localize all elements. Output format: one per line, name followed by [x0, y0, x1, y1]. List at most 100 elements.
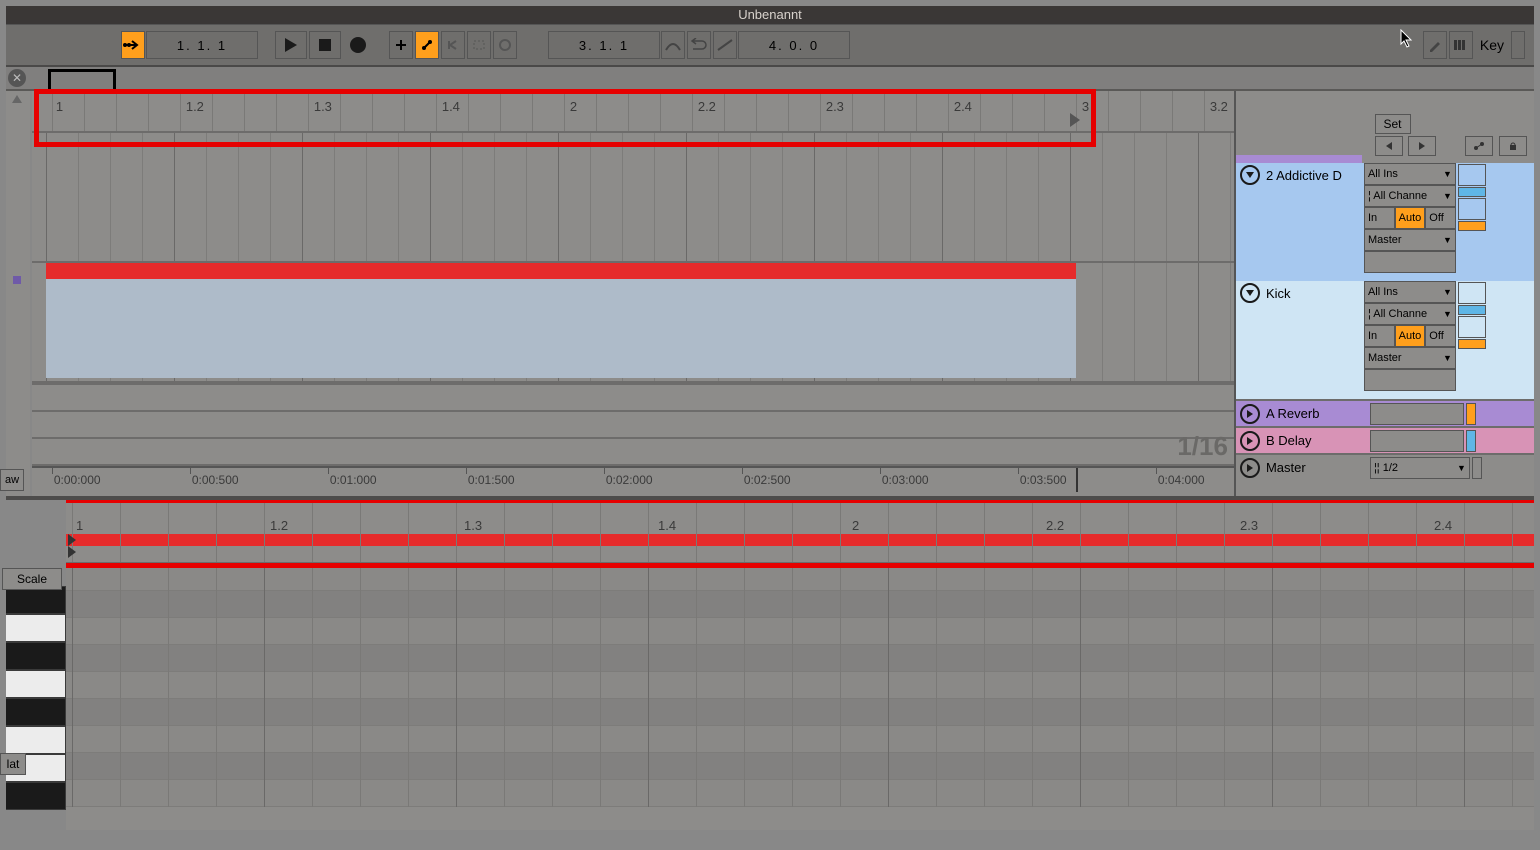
master-extra[interactable] [1472, 457, 1482, 479]
mixer-slot[interactable] [1458, 221, 1486, 231]
return-extra[interactable] [1466, 403, 1476, 425]
prev-locator-button[interactable] [1375, 136, 1403, 156]
automation-mode-button[interactable] [1465, 136, 1493, 156]
return-extra[interactable] [1466, 430, 1476, 452]
mixer-slot[interactable] [1458, 339, 1486, 349]
scale-button[interactable]: Scale [2, 568, 62, 590]
return-slot[interactable] [1370, 403, 1464, 425]
song-position-display[interactable]: 1. 1. 1 [146, 31, 258, 59]
output-channel-dropdown[interactable] [1364, 369, 1456, 391]
note-row[interactable] [66, 672, 1534, 699]
piano-roll-keys[interactable]: Scale lat [6, 500, 66, 830]
gutter-locator-icon[interactable] [13, 276, 21, 284]
play-master-icon[interactable] [1240, 458, 1260, 478]
note-row[interactable] [66, 753, 1534, 780]
monitor-in-button[interactable]: In [1364, 325, 1395, 347]
envelope-curve-b-button[interactable] [713, 31, 737, 59]
monitor-in-button[interactable]: In [1364, 207, 1395, 229]
midi-note-grid[interactable] [66, 564, 1534, 807]
lock-envelopes-button[interactable] [1499, 136, 1527, 156]
midi-note-area[interactable]: 11.21.31.422.22.32.4 [66, 500, 1534, 830]
track-name[interactable]: 2 Addictive D [1266, 168, 1342, 183]
piano-key[interactable] [6, 670, 66, 698]
master-track-header[interactable]: Master ¦¦ 1/2▼ [1236, 453, 1534, 480]
key-map-button[interactable]: Key [1474, 37, 1510, 53]
return-lane[interactable] [32, 410, 1234, 437]
metronome-button[interactable] [493, 31, 517, 59]
loop-start-display[interactable]: 3. 1. 1 [548, 31, 660, 59]
monitor-auto-button[interactable]: Auto [1395, 325, 1426, 347]
mixer-slot[interactable] [1458, 187, 1486, 197]
fold-track-button[interactable] [1240, 165, 1260, 185]
note-row[interactable] [66, 564, 1534, 591]
overview-view-rect[interactable] [48, 69, 116, 93]
fold-track-button[interactable] [1240, 283, 1260, 303]
gutter-triangle-icon[interactable] [12, 95, 22, 103]
time-ruler[interactable]: 0:00:0000:00:5000:01:0000:01:5000:02:000… [32, 466, 1234, 492]
overdub-plus-button[interactable] [389, 31, 413, 59]
next-locator-button[interactable] [1408, 136, 1436, 156]
stop-button[interactable] [309, 31, 341, 59]
midi-map-button[interactable] [1449, 31, 1473, 59]
input-channel-dropdown[interactable]: ¦ All Channe▼ [1364, 303, 1456, 325]
return-slot[interactable] [1370, 430, 1464, 452]
arrangement-timeline[interactable]: 11.21.31.422.22.32.433.2 1/16 0:00:0000:… [32, 91, 1236, 496]
mixer-slot[interactable] [1458, 316, 1486, 338]
input-channel-dropdown[interactable]: ¦ All Channe▼ [1364, 185, 1456, 207]
envelope-curve-a-button[interactable] [661, 31, 685, 59]
close-overview-icon[interactable]: ✕ [8, 69, 26, 87]
loop-switch-button[interactable] [687, 31, 711, 59]
loop-length-display[interactable]: 4. 0. 0 [738, 31, 850, 59]
play-return-icon[interactable] [1240, 431, 1260, 451]
mixer-slot[interactable] [1458, 198, 1486, 220]
loop-end-flag-icon[interactable] [1070, 113, 1080, 127]
clip-beat-ruler[interactable]: 11.21.31.422.22.32.4 [66, 500, 1534, 564]
draw-mode-button[interactable]: aw [0, 469, 24, 491]
track-header[interactable]: 2 Addictive D [1236, 163, 1370, 187]
return-lane[interactable] [32, 383, 1234, 410]
note-row[interactable] [66, 780, 1534, 807]
note-row[interactable] [66, 591, 1534, 618]
play-button[interactable] [275, 31, 307, 59]
output-dropdown[interactable]: Master▼ [1364, 229, 1456, 251]
back-to-arrangement-button[interactable] [441, 31, 465, 59]
mixer-slot[interactable] [1458, 305, 1486, 315]
follow-button[interactable] [121, 31, 145, 59]
piano-key[interactable] [6, 614, 66, 642]
input-type-dropdown[interactable]: All Ins▼ [1364, 163, 1456, 185]
track-row[interactable] [32, 133, 1234, 263]
mixer-slot[interactable] [1458, 164, 1486, 186]
automation-arm-button[interactable] [415, 31, 439, 59]
play-return-icon[interactable] [1240, 404, 1260, 424]
track-name[interactable]: Kick [1266, 286, 1291, 301]
set-button[interactable]: Set [1375, 114, 1411, 134]
output-dropdown[interactable]: Master▼ [1364, 347, 1456, 369]
monitor-auto-button[interactable]: Auto [1395, 207, 1426, 229]
master-lane[interactable]: 1/16 [32, 437, 1234, 466]
monitor-off-button[interactable]: Off [1425, 207, 1456, 229]
output-channel-dropdown[interactable] [1364, 251, 1456, 273]
piano-key[interactable] [6, 642, 66, 670]
mixer-slot[interactable] [1458, 282, 1486, 304]
note-row[interactable] [66, 699, 1534, 726]
monitor-off-button[interactable]: Off [1425, 325, 1456, 347]
piano-key[interactable] [6, 782, 66, 810]
note-row[interactable] [66, 645, 1534, 672]
piano-key[interactable] [6, 698, 66, 726]
note-row[interactable] [66, 726, 1534, 753]
record-button[interactable] [343, 32, 373, 58]
beat-ruler[interactable]: 11.21.31.422.22.32.433.2 [32, 91, 1234, 133]
flat-button[interactable]: lat [0, 753, 26, 775]
piano-key[interactable] [6, 726, 66, 754]
return-track-header[interactable]: A Reverb [1236, 399, 1534, 426]
input-type-dropdown[interactable]: All Ins▼ [1364, 281, 1456, 303]
master-output-dropdown[interactable]: ¦¦ 1/2▼ [1370, 457, 1470, 479]
playhead[interactable] [1076, 468, 1078, 492]
return-track-header[interactable]: B Delay [1236, 426, 1534, 453]
loop-brackets-button[interactable] [467, 31, 491, 59]
piano-key[interactable] [6, 586, 66, 614]
note-row[interactable] [66, 618, 1534, 645]
track-row[interactable] [32, 263, 1234, 383]
clip-loop-bar[interactable] [66, 534, 1534, 546]
track-header[interactable]: Kick [1236, 281, 1370, 305]
